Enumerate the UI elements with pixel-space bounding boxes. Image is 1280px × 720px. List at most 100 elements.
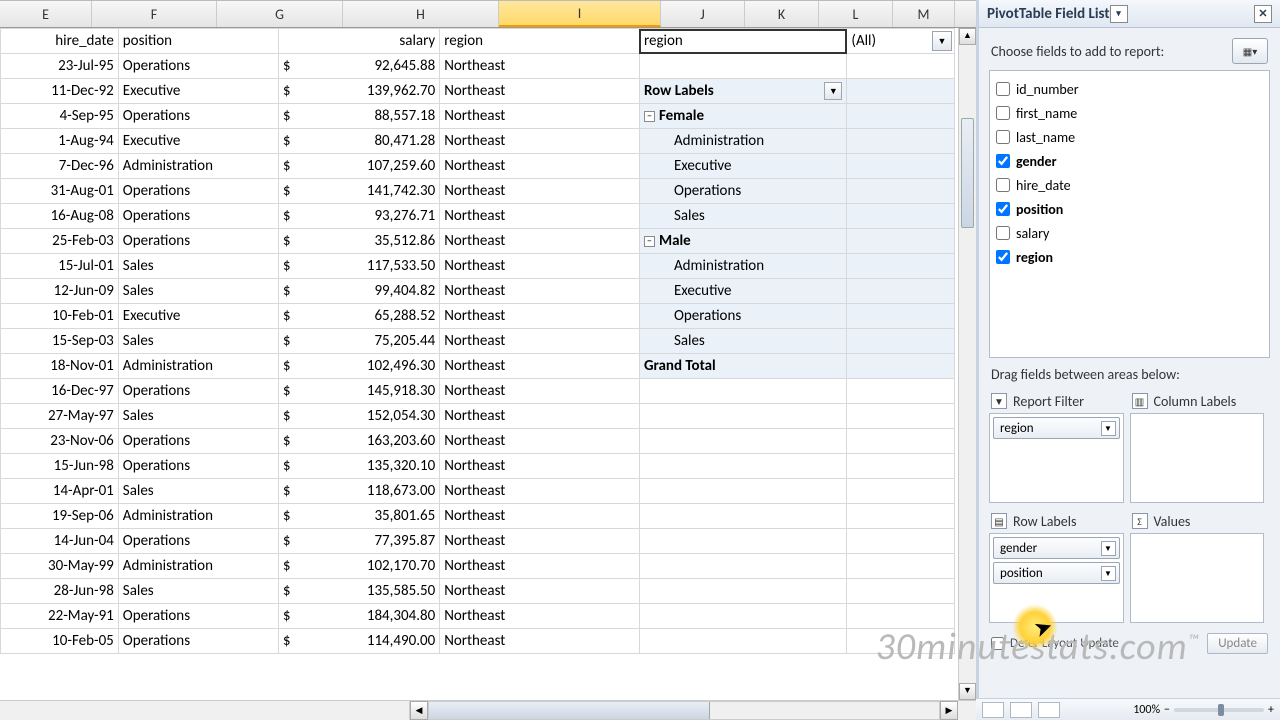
pivot-filter-value-cell[interactable]: (All)▼ — [847, 29, 955, 54]
cell[interactable]: Operations — [118, 379, 278, 404]
cell[interactable]: $107,259.60 — [278, 154, 439, 179]
cell[interactable]: Operations — [118, 454, 278, 479]
col-header-G[interactable]: G — [217, 1, 343, 27]
zoom-level[interactable]: 100% — [1133, 703, 1160, 717]
cell[interactable]: 15-Jul-01 — [1, 254, 119, 279]
cell[interactable]: hire_date — [1, 29, 119, 54]
cell[interactable]: 30-May-99 — [1, 554, 119, 579]
cell[interactable] — [639, 579, 846, 604]
cell[interactable]: 11-Dec-92 — [1, 79, 119, 104]
cell[interactable]: $135,320.10 — [278, 454, 439, 479]
cell[interactable]: Sales — [118, 579, 278, 604]
chip-position[interactable]: position▼ — [993, 562, 1120, 584]
cell[interactable]: Executive — [118, 79, 278, 104]
cell[interactable]: Operations — [118, 429, 278, 454]
cell[interactable] — [639, 504, 846, 529]
cell[interactable]: Sales — [118, 404, 278, 429]
cell[interactable] — [639, 529, 846, 554]
cell[interactable]: Operations — [639, 179, 846, 204]
cell[interactable] — [847, 554, 955, 579]
zoom-slider[interactable] — [1174, 708, 1264, 712]
cell[interactable] — [639, 379, 846, 404]
cell[interactable]: $139,962.70 — [278, 79, 439, 104]
cell[interactable] — [847, 454, 955, 479]
cell[interactable]: Operations — [118, 179, 278, 204]
cell[interactable]: Operations — [118, 529, 278, 554]
cell[interactable]: Northeast — [440, 404, 640, 429]
zoom-out-button[interactable]: − — [1164, 703, 1170, 717]
chip-region[interactable]: region▼ — [993, 417, 1120, 439]
cell[interactable] — [847, 354, 955, 379]
cell[interactable] — [847, 529, 955, 554]
chip-dropdown[interactable]: ▼ — [1101, 421, 1116, 436]
cell[interactable]: Northeast — [440, 204, 640, 229]
view-layout-button[interactable] — [1010, 702, 1032, 718]
col-header-F[interactable]: F — [92, 1, 217, 27]
col-header-H[interactable]: H — [343, 1, 499, 27]
cell[interactable] — [639, 604, 846, 629]
cell[interactable]: Northeast — [440, 529, 640, 554]
cell[interactable]: $163,203.60 — [278, 429, 439, 454]
cell[interactable]: $152,054.30 — [278, 404, 439, 429]
cell[interactable]: $65,288.52 — [278, 304, 439, 329]
cell[interactable]: Operations — [118, 54, 278, 79]
cell[interactable]: Administration — [639, 129, 846, 154]
row-labels-dropdown[interactable]: ▼ — [824, 82, 842, 100]
cell[interactable]: Northeast — [440, 429, 640, 454]
defer-layout-checkbox[interactable] — [991, 637, 1004, 650]
cell[interactable]: salary — [278, 29, 439, 54]
vertical-scrollbar[interactable]: ▲ ▼ — [958, 28, 976, 700]
cell[interactable] — [847, 304, 955, 329]
field-id_number[interactable]: id_number — [996, 77, 1263, 101]
cell[interactable]: 12-Jun-09 — [1, 279, 119, 304]
cell[interactable]: Sales — [118, 254, 278, 279]
field-checkbox[interactable] — [996, 202, 1010, 216]
worksheet-grid[interactable]: hire_datepositionsalaryregionregion(All)… — [0, 28, 955, 654]
pane-menu-button[interactable]: ▾ — [1110, 5, 1128, 23]
cell[interactable]: 28-Jun-98 — [1, 579, 119, 604]
pane-close-button[interactable]: ✕ — [1254, 5, 1272, 23]
cell[interactable]: 16-Dec-97 — [1, 379, 119, 404]
field-list[interactable]: id_numberfirst_namelast_namegenderhire_d… — [989, 70, 1270, 358]
cell[interactable]: Northeast — [440, 604, 640, 629]
field-checkbox[interactable] — [996, 154, 1010, 168]
cell[interactable]: Executive — [639, 279, 846, 304]
cell[interactable] — [847, 379, 955, 404]
cell[interactable]: 1-Aug-94 — [1, 129, 119, 154]
cell[interactable]: Northeast — [440, 554, 640, 579]
cell[interactable]: $145,918.30 — [278, 379, 439, 404]
cell[interactable]: Operations — [118, 104, 278, 129]
report-filter-area[interactable]: region▼ — [989, 413, 1124, 503]
chip-gender[interactable]: gender▼ — [993, 537, 1120, 559]
field-gender[interactable]: gender — [996, 149, 1263, 173]
cell[interactable] — [639, 429, 846, 454]
cell[interactable] — [847, 404, 955, 429]
cell[interactable] — [639, 404, 846, 429]
cell[interactable]: Administration — [639, 254, 846, 279]
cell[interactable] — [847, 479, 955, 504]
cell[interactable] — [639, 54, 846, 79]
cell[interactable]: Operations — [118, 629, 278, 654]
cell[interactable]: Northeast — [440, 504, 640, 529]
cell[interactable]: Operations — [639, 304, 846, 329]
cell[interactable] — [639, 479, 846, 504]
scroll-right-button[interactable]: ▶ — [940, 701, 958, 720]
cell[interactable] — [847, 604, 955, 629]
view-normal-button[interactable] — [982, 702, 1004, 718]
view-pagebreak-button[interactable] — [1038, 702, 1060, 718]
cell[interactable]: Northeast — [440, 629, 640, 654]
cell[interactable]: 14-Apr-01 — [1, 479, 119, 504]
field-checkbox[interactable] — [996, 178, 1010, 192]
cell[interactable]: Northeast — [440, 354, 640, 379]
column-labels-area[interactable] — [1130, 413, 1265, 503]
cell[interactable] — [847, 254, 955, 279]
cell[interactable]: Northeast — [440, 279, 640, 304]
cell[interactable] — [639, 454, 846, 479]
cell[interactable]: −Male — [639, 229, 846, 254]
cell[interactable]: Grand Total — [639, 354, 846, 379]
filter-dropdown-button[interactable]: ▼ — [932, 31, 952, 51]
cell[interactable]: 19-Sep-06 — [1, 504, 119, 529]
cell[interactable]: 10-Feb-05 — [1, 629, 119, 654]
cell[interactable]: Northeast — [440, 154, 640, 179]
cell[interactable] — [847, 154, 955, 179]
